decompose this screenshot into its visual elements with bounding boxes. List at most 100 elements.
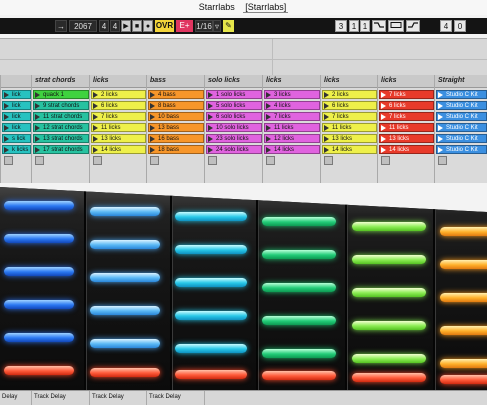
- clip-slot[interactable]: 13 licks: [322, 134, 377, 143]
- clip-slot[interactable]: 8 bass: [148, 101, 204, 110]
- clip-slot[interactable]: 18 bass: [148, 145, 204, 154]
- clip-launch-icon[interactable]: [438, 125, 443, 131]
- clip-launch-icon[interactable]: [35, 92, 40, 98]
- clip-slot[interactable]: 3 licks: [264, 90, 320, 99]
- clip-launch-icon[interactable]: [93, 114, 98, 120]
- clip-slot[interactable]: 9 strat chords: [33, 101, 89, 110]
- record-mode-button[interactable]: E+: [176, 20, 193, 32]
- clip-slot[interactable]: 2 licks: [322, 90, 377, 99]
- clip-slot[interactable]: s lick: [2, 134, 31, 143]
- clip-launch-icon[interactable]: [35, 114, 40, 120]
- track-delay-label-3[interactable]: Track Delay: [92, 394, 124, 400]
- clip-slot[interactable]: 10 bass: [148, 112, 204, 121]
- clip-launch-icon[interactable]: [93, 92, 98, 98]
- clip-slot[interactable]: 11 licks: [322, 123, 377, 132]
- loop-switch-icon[interactable]: [388, 20, 404, 32]
- clip-stop-button[interactable]: [4, 156, 13, 165]
- song-position-bars[interactable]: 2067: [69, 20, 97, 32]
- clip-launch-icon[interactable]: [324, 147, 329, 153]
- clip-launch-icon[interactable]: [438, 103, 443, 109]
- clip-slot[interactable]: Studio C Kit: [436, 90, 487, 99]
- clip-slot[interactable]: 11 licks: [264, 123, 320, 132]
- clip-slot[interactable]: 4 bass: [148, 90, 204, 99]
- clip-launch-icon[interactable]: [438, 136, 443, 142]
- clip-launch-icon[interactable]: [266, 92, 271, 98]
- clip-stop-button[interactable]: [381, 156, 390, 165]
- loop-start-beats[interactable]: 1: [349, 20, 359, 32]
- clip-launch-icon[interactable]: [208, 136, 213, 142]
- track-header[interactable]: Straight: [435, 75, 487, 88]
- clip-slot[interactable]: 16 bass: [148, 134, 204, 143]
- track-header[interactable]: licks: [378, 75, 435, 88]
- clip-launch-icon[interactable]: [381, 125, 386, 131]
- clip-slot[interactable]: 7 licks: [379, 90, 434, 99]
- clip-launch-icon[interactable]: [266, 103, 271, 109]
- clip-slot[interactable]: 10 solo licks: [206, 123, 262, 132]
- clip-launch-icon[interactable]: [266, 136, 271, 142]
- clip-launch-icon[interactable]: [150, 103, 155, 109]
- loop-length-beats[interactable]: 0: [454, 20, 466, 32]
- clip-launch-icon[interactable]: [35, 125, 40, 131]
- clip-slot[interactable]: Studio C Kit: [436, 145, 487, 154]
- clip-stop-button[interactable]: [266, 156, 275, 165]
- track-delay-label-4[interactable]: Track Delay: [149, 394, 181, 400]
- clip-stop-button[interactable]: [438, 156, 447, 165]
- clip-stop-button[interactable]: [324, 156, 333, 165]
- clip-launch-icon[interactable]: [150, 125, 155, 131]
- clip-stop-button[interactable]: [93, 156, 102, 165]
- clip-slot[interactable]: 4 licks: [264, 101, 320, 110]
- clip-slot[interactable]: 13 licks: [379, 134, 434, 143]
- clip-slot[interactable]: 7 licks: [264, 112, 320, 121]
- clip-slot[interactable]: quack 1: [33, 90, 89, 99]
- clip-launch-icon[interactable]: [4, 136, 9, 142]
- clip-slot[interactable]: 13 strat chords: [33, 134, 89, 143]
- track-header[interactable]: licks: [263, 75, 321, 88]
- record-button[interactable]: ●: [143, 20, 153, 32]
- clip-slot[interactable]: lick: [2, 101, 31, 110]
- clip-launch-icon[interactable]: [266, 125, 271, 131]
- clip-launch-icon[interactable]: [150, 147, 155, 153]
- clip-launch-icon[interactable]: [438, 147, 443, 153]
- clip-slot[interactable]: Studio C Kit: [436, 123, 487, 132]
- clip-slot[interactable]: lick: [2, 123, 31, 132]
- track-header[interactable]: bass: [147, 75, 205, 88]
- clip-stop-button[interactable]: [150, 156, 159, 165]
- clip-launch-icon[interactable]: [266, 147, 271, 153]
- song-position-sixteenths[interactable]: 4: [110, 20, 120, 32]
- clip-launch-icon[interactable]: [381, 114, 386, 120]
- clip-stop-button[interactable]: [35, 156, 44, 165]
- clip-slot[interactable]: 14 licks: [379, 145, 434, 154]
- clip-slot[interactable]: 14 licks: [264, 145, 320, 154]
- clip-launch-icon[interactable]: [208, 147, 213, 153]
- clip-launch-icon[interactable]: [324, 103, 329, 109]
- loop-start-bars[interactable]: 3: [335, 20, 347, 32]
- clip-slot[interactable]: 13 bass: [148, 123, 204, 132]
- clip-launch-icon[interactable]: [381, 92, 386, 98]
- clip-slot[interactable]: Studio C Kit: [436, 112, 487, 121]
- play-button[interactable]: ▶: [121, 20, 131, 32]
- clip-slot[interactable]: 11 strat chords: [33, 112, 89, 121]
- clip-slot[interactable]: 23 solo licks: [206, 134, 262, 143]
- loop-length-bars[interactable]: 4: [440, 20, 452, 32]
- clip-launch-icon[interactable]: [93, 125, 98, 131]
- clip-launch-icon[interactable]: [93, 103, 98, 109]
- clip-launch-icon[interactable]: [93, 147, 98, 153]
- clip-slot[interactable]: 7 licks: [322, 112, 377, 121]
- clip-slot[interactable]: 17 strat chords: [33, 145, 89, 154]
- clip-launch-icon[interactable]: [324, 136, 329, 142]
- track-header[interactable]: licks: [90, 75, 147, 88]
- clip-launch-icon[interactable]: [150, 114, 155, 120]
- clip-launch-icon[interactable]: [438, 114, 443, 120]
- clip-launch-icon[interactable]: [35, 147, 40, 153]
- punch-in-icon[interactable]: [372, 20, 386, 32]
- track-header[interactable]: [1, 75, 32, 88]
- track-header[interactable]: strat chords: [32, 75, 90, 88]
- overdub-button[interactable]: OVR: [155, 20, 174, 32]
- clip-stop-button[interactable]: [208, 156, 217, 165]
- clip-launch-icon[interactable]: [4, 125, 9, 131]
- stop-button[interactable]: ■: [132, 20, 142, 32]
- loop-start-sixteenths[interactable]: 1: [360, 20, 370, 32]
- quantize-arrow-icon[interactable]: ▿: [213, 20, 221, 32]
- clip-slot[interactable]: 6 solo licks: [206, 112, 262, 121]
- clip-launch-icon[interactable]: [266, 114, 271, 120]
